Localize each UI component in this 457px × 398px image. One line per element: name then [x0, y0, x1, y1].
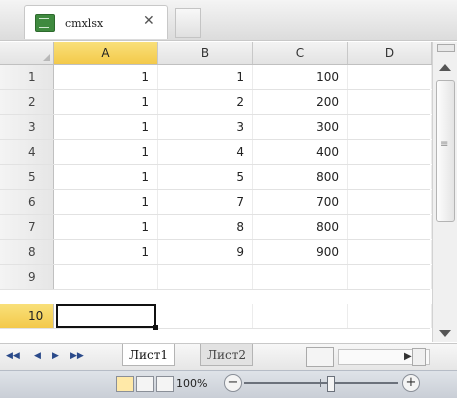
- row-header[interactable]: 4: [0, 140, 54, 164]
- column-header-b[interactable]: B: [158, 42, 253, 64]
- table-row: 4 1 4 400: [0, 140, 432, 165]
- row-header[interactable]: 1: [0, 65, 54, 89]
- scroll-right-icon[interactable]: ▶: [404, 351, 412, 362]
- cell-a2[interactable]: 1: [54, 90, 158, 114]
- cell-a8[interactable]: 1: [54, 240, 158, 264]
- column-header-bar: A B C D: [0, 42, 457, 65]
- cell-c6[interactable]: 700: [253, 190, 348, 214]
- table-row: 9: [0, 265, 432, 290]
- table-row: 3 1 3 300: [0, 115, 432, 140]
- arrow-down-icon[interactable]: [439, 330, 451, 337]
- cell-b5[interactable]: 5: [158, 165, 253, 189]
- zoom-level[interactable]: 100%: [176, 377, 207, 390]
- cell-d6[interactable]: [348, 190, 432, 214]
- cell-b3[interactable]: 3: [158, 115, 253, 139]
- cell-a5[interactable]: 1: [54, 165, 158, 189]
- table-row: 2 1 2 200: [0, 90, 432, 115]
- column-header-a[interactable]: A: [54, 42, 158, 64]
- cell-b2[interactable]: 2: [158, 90, 253, 114]
- insert-sheet-button[interactable]: [306, 347, 334, 367]
- status-bar: 100% − +: [0, 370, 457, 398]
- cell-d1[interactable]: [348, 65, 432, 89]
- zoom-slider-track[interactable]: [244, 382, 398, 384]
- cell-d8[interactable]: [348, 240, 432, 264]
- normal-view-button[interactable]: [116, 376, 134, 392]
- prev-sheet-icon[interactable]: ◀: [34, 351, 41, 361]
- sheet-tab-bar: ◀◀ ◀ ▶ ▶▶ Лист1 Лист2 ▶: [0, 343, 457, 370]
- cell-c2[interactable]: 200: [253, 90, 348, 114]
- row-header[interactable]: 3: [0, 115, 54, 139]
- first-sheet-icon[interactable]: ◀◀: [6, 351, 20, 361]
- arrow-up-icon[interactable]: [439, 64, 451, 71]
- cell-d4[interactable]: [348, 140, 432, 164]
- column-header-c[interactable]: C: [253, 42, 348, 64]
- cell-a9[interactable]: [54, 265, 158, 289]
- row-header[interactable]: 5: [0, 165, 54, 189]
- table-row: 7 1 8 800: [0, 215, 432, 240]
- vertical-scrollbar[interactable]: [432, 42, 457, 342]
- document-tab-bar: cmxlsx ✕: [0, 0, 457, 41]
- column-header-d[interactable]: D: [348, 42, 432, 64]
- zoom-slider-thumb[interactable]: [327, 376, 335, 392]
- cell-b10[interactable]: [158, 304, 253, 328]
- row-header[interactable]: 7: [0, 215, 54, 239]
- cell-b8[interactable]: 9: [158, 240, 253, 264]
- cell-b4[interactable]: 4: [158, 140, 253, 164]
- cell-a1[interactable]: 1: [54, 65, 158, 89]
- cell-c7[interactable]: 800: [253, 215, 348, 239]
- split-handle[interactable]: [437, 44, 455, 52]
- file-tab-name: cmxlsx: [65, 17, 104, 30]
- cell-a4[interactable]: 1: [54, 140, 158, 164]
- cell-b7[interactable]: 8: [158, 215, 253, 239]
- sheet-tab-1[interactable]: Лист1: [122, 344, 176, 366]
- table-row: 6 1 7 700: [0, 190, 432, 215]
- new-tab-button[interactable]: [175, 8, 201, 38]
- page-layout-view-button[interactable]: [136, 376, 154, 392]
- vertical-scroll-thumb[interactable]: [436, 80, 455, 222]
- row-header[interactable]: 8: [0, 240, 54, 264]
- horizontal-scroll-end[interactable]: [412, 348, 426, 366]
- row-header[interactable]: 9: [0, 265, 54, 289]
- cell-c4[interactable]: 400: [253, 140, 348, 164]
- cell-c1[interactable]: 100: [253, 65, 348, 89]
- cell-a6[interactable]: 1: [54, 190, 158, 214]
- last-sheet-icon[interactable]: ▶▶: [70, 351, 84, 361]
- cell-a7[interactable]: 1: [54, 215, 158, 239]
- close-icon[interactable]: ✕: [143, 13, 155, 29]
- cell-b6[interactable]: 7: [158, 190, 253, 214]
- cell-d7[interactable]: [348, 215, 432, 239]
- cell-d10[interactable]: [348, 304, 432, 328]
- cell-c10[interactable]: [253, 304, 348, 328]
- page-break-view-button[interactable]: [156, 376, 174, 392]
- cell-c5[interactable]: 800: [253, 165, 348, 189]
- cell-d5[interactable]: [348, 165, 432, 189]
- zoom-in-button[interactable]: +: [402, 374, 420, 392]
- cell-d3[interactable]: [348, 115, 432, 139]
- next-sheet-icon[interactable]: ▶: [52, 351, 59, 361]
- cell-d2[interactable]: [348, 90, 432, 114]
- table-row: 1 1 1 100: [0, 65, 432, 90]
- active-cell-a10[interactable]: [56, 304, 158, 330]
- file-tab[interactable]: cmxlsx ✕: [24, 5, 168, 39]
- sheet-tab-2[interactable]: Лист2: [200, 344, 254, 366]
- cell-d9[interactable]: [348, 265, 432, 289]
- zoom-center-tick: [320, 379, 321, 387]
- table-row: 5 1 5 800: [0, 165, 432, 190]
- cell-b1[interactable]: 1: [158, 65, 253, 89]
- cell-b9[interactable]: [158, 265, 253, 289]
- row-header[interactable]: 2: [0, 90, 54, 114]
- cell-c3[interactable]: 300: [253, 115, 348, 139]
- spreadsheet-file-icon: [35, 14, 55, 32]
- zoom-out-button[interactable]: −: [224, 374, 242, 392]
- row-header[interactable]: 6: [0, 190, 54, 214]
- row-header-active[interactable]: 10: [0, 304, 54, 328]
- cell-c8[interactable]: 900: [253, 240, 348, 264]
- table-row: 8 1 9 900: [0, 240, 432, 265]
- cell-c9[interactable]: [253, 265, 348, 289]
- cell-a3[interactable]: 1: [54, 115, 158, 139]
- select-all-corner[interactable]: [0, 42, 54, 64]
